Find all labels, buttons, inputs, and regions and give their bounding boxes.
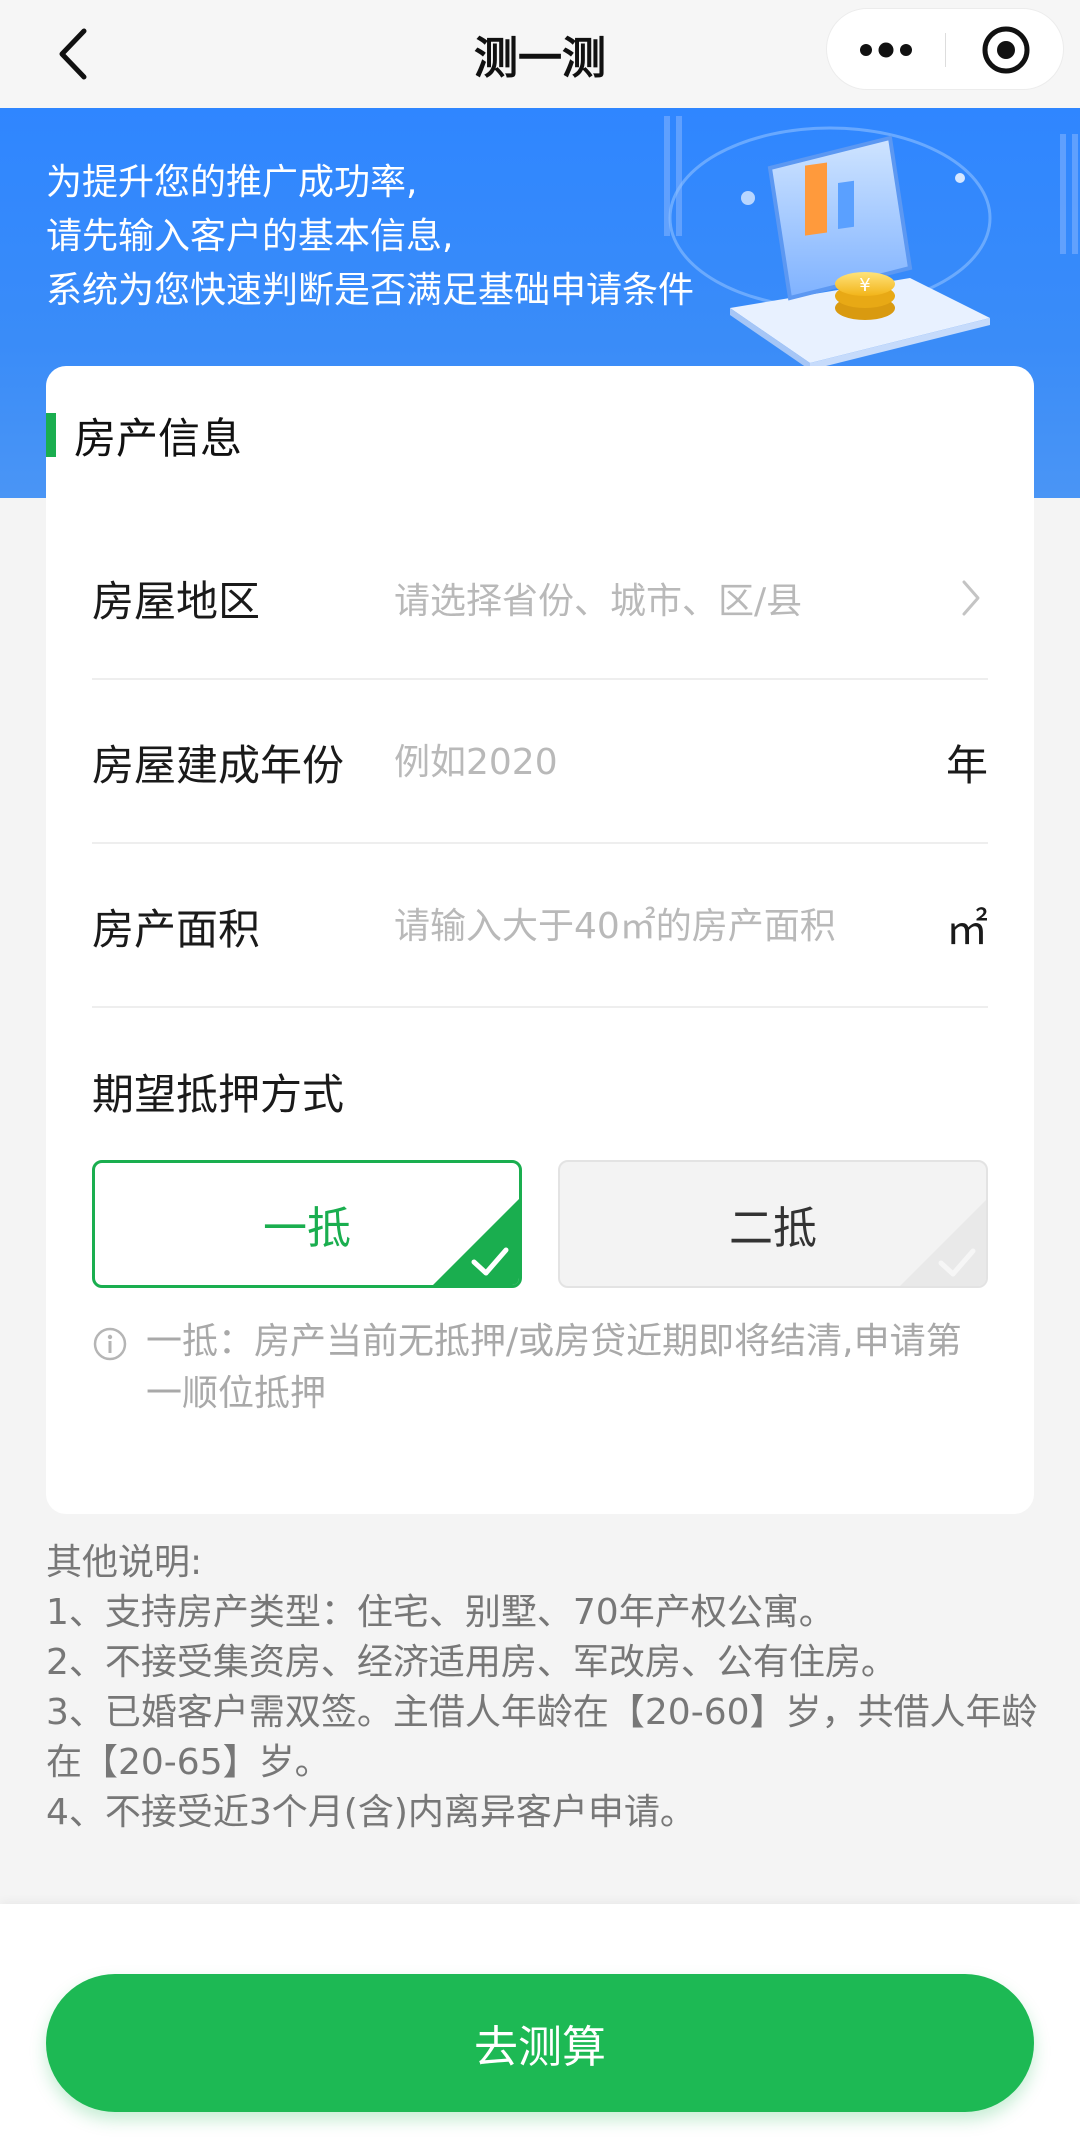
- build-year-input[interactable]: [394, 720, 914, 804]
- checkmark-icon: [433, 1199, 519, 1285]
- first-mortgage-option[interactable]: 一抵: [92, 1160, 522, 1288]
- banner-text: 为提升您的推广成功率, 请先输入客户的基本信息, 系统为您快速判断是否满足基础申…: [46, 156, 786, 318]
- info-icon: [93, 1327, 127, 1361]
- other-note-item: 2、不接受集资房、经济适用房、军改房、公有住房。: [46, 1642, 897, 1683]
- region-label: 房屋地区: [92, 576, 261, 626]
- first-mortgage-label: 一抵: [263, 1203, 351, 1254]
- second-mortgage-label: 二抵: [729, 1203, 817, 1254]
- mini-program-capsule: [826, 8, 1064, 90]
- calculate-button[interactable]: 去测算: [46, 1974, 1034, 2112]
- property-area-input[interactable]: [394, 884, 914, 968]
- region-picker[interactable]: 请选择省份、城市、区/县: [394, 516, 934, 680]
- section-title: 房产信息: [74, 413, 243, 463]
- property-area-label: 房产面积: [92, 904, 261, 954]
- section-header: 房产信息: [46, 410, 242, 463]
- other-note-item: 3、已婚客户需双签。主借人年龄在【20-60】岁，共借人年龄在【20-65】岁。: [46, 1692, 1038, 1783]
- other-note-item: 4、不接受近3个月(含)内离异客户申请。: [46, 1792, 696, 1833]
- build-year-row: 房屋建成年份 年: [92, 680, 988, 844]
- build-year-label: 房屋建成年份: [92, 740, 345, 790]
- property-area-row: 房产面积 ㎡: [92, 844, 988, 1008]
- more-dots-icon: [860, 42, 912, 58]
- year-unit: 年: [945, 740, 988, 790]
- more-button[interactable]: [827, 9, 945, 91]
- svg-text:¥: ¥: [859, 275, 870, 296]
- banner-line: 系统为您快速判断是否满足基础申请条件: [46, 270, 695, 311]
- nav-bar: 测一测: [0, 0, 1080, 108]
- target-circle-icon: [982, 26, 1029, 74]
- banner-line: 请先输入客户的基本信息,: [46, 216, 454, 257]
- other-notes: 其他说明: 1、支持房产类型：住宅、别墅、70年产权公寓。 2、不接受集资房、经…: [46, 1538, 1046, 1838]
- checkmark-icon: [900, 1200, 986, 1286]
- other-notes-title: 其他说明:: [46, 1542, 203, 1583]
- other-note-item: 1、支持房产类型：住宅、别墅、70年产权公寓。: [46, 1592, 835, 1633]
- second-mortgage-option[interactable]: 二抵: [558, 1160, 988, 1288]
- property-info-card: 房产信息 房屋地区 请选择省份、城市、区/县 房屋建成年份 年 房产面积 ㎡ 期…: [46, 366, 1034, 1514]
- mortgage-note-text: 一抵：房产当前无抵押/或房贷近期即将结清,申请第一顺位抵押: [146, 1321, 962, 1414]
- area-unit: ㎡: [945, 904, 988, 954]
- banner-line: 为提升您的推广成功率,: [46, 162, 418, 203]
- section-accent-bar: [46, 413, 56, 457]
- bottom-bar: 去测算: [0, 1904, 1080, 2142]
- chevron-right-icon: [960, 516, 982, 680]
- close-miniprogram-button[interactable]: [946, 9, 1065, 91]
- region-row[interactable]: 房屋地区 请选择省份、城市、区/县: [92, 516, 988, 680]
- mortgage-type-label: 期望抵押方式: [92, 1069, 345, 1119]
